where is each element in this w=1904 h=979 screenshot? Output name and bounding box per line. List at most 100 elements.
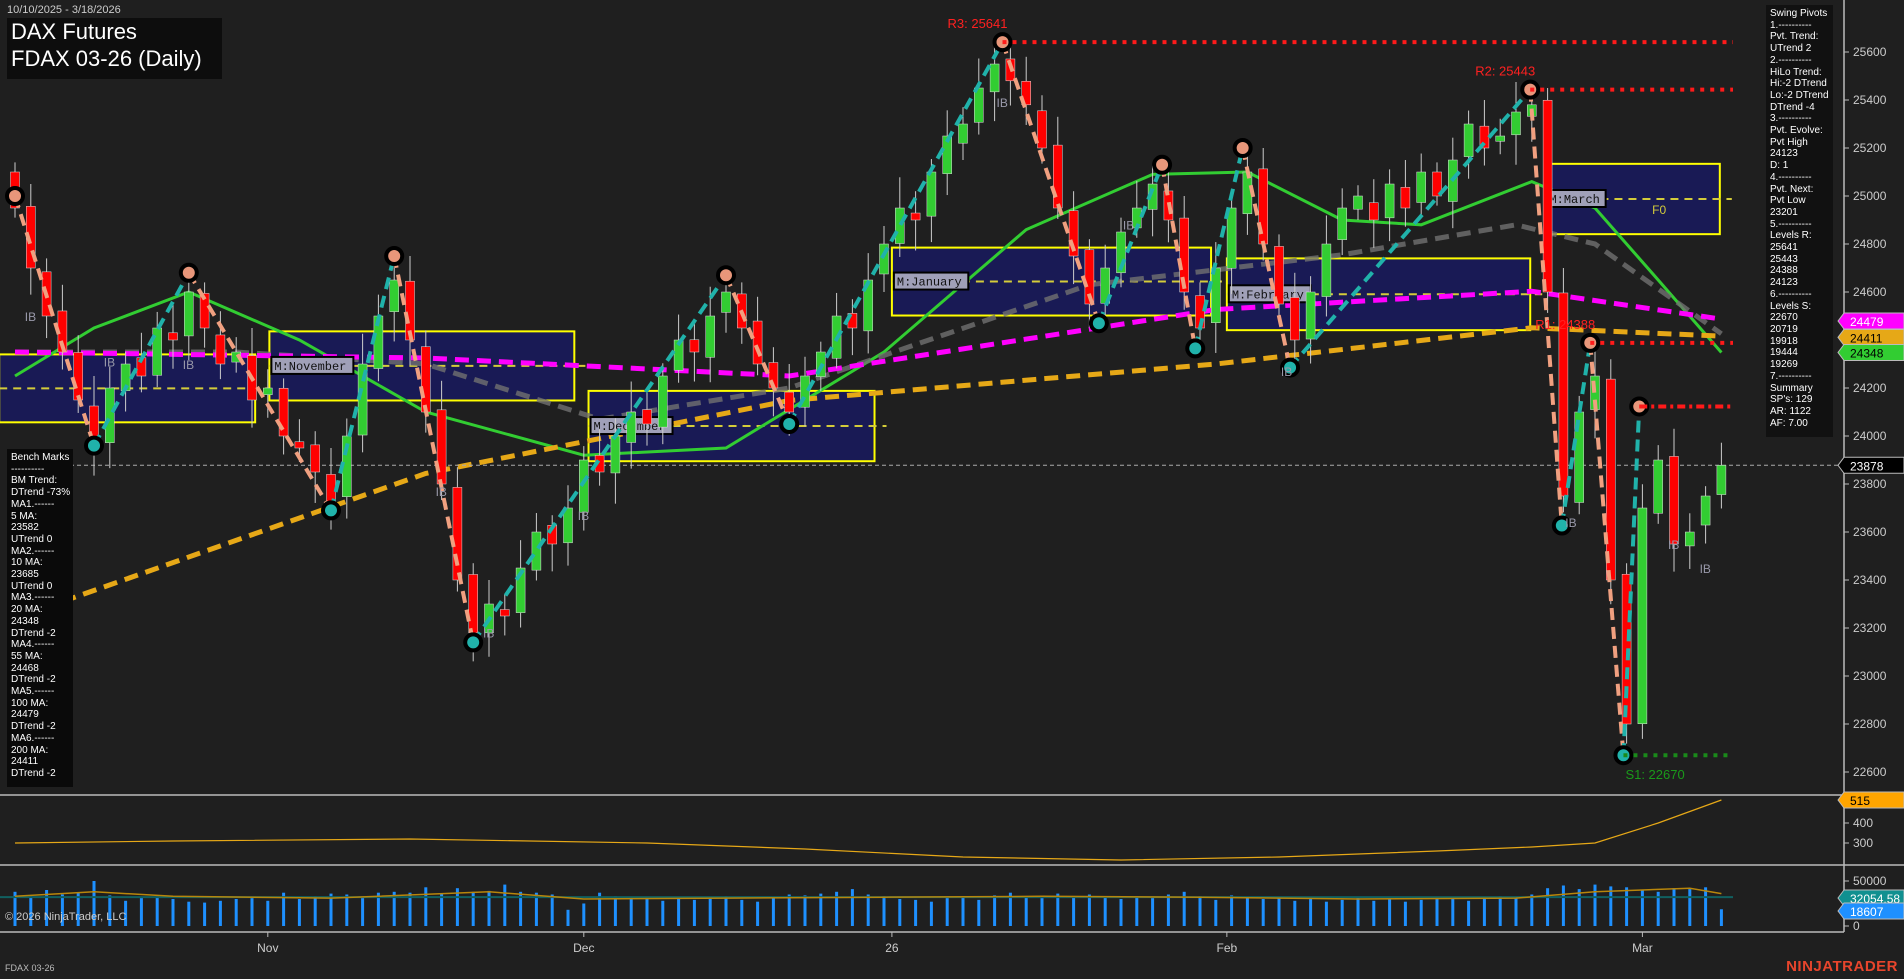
level-label: R1: 24388 — [1535, 317, 1595, 332]
ib-label: IB — [1565, 516, 1576, 530]
candle — [1669, 456, 1679, 545]
panel-line: 24348 — [11, 615, 39, 627]
panel-line: 19444 — [1770, 347, 1798, 359]
volume-bar — [550, 894, 554, 926]
panel-line: 55 MA: — [11, 650, 43, 662]
swing-leg — [787, 41, 1005, 425]
pivot-circle — [1088, 313, 1109, 334]
panel-line: Bench Marks — [11, 452, 70, 463]
candle — [910, 212, 921, 221]
panel-line: 7.---------- — [1770, 370, 1812, 382]
volume-bar — [1672, 888, 1676, 926]
panel-line: DTrend -2 — [11, 721, 56, 733]
panel-line: ---------- — [11, 463, 45, 475]
candle — [989, 63, 1000, 93]
panel-line: UTrend 0 — [11, 580, 53, 592]
candle — [1637, 507, 1648, 725]
candle — [1653, 459, 1663, 514]
ib-label: IB — [483, 627, 494, 641]
price-tick-label: 25400 — [1853, 93, 1887, 107]
volume-bar — [708, 899, 712, 926]
volume-bar — [1072, 896, 1076, 926]
ninjatrader-logo: NINJATRADER — [1786, 958, 1898, 975]
volume-bar — [139, 898, 143, 926]
volume-bar — [218, 900, 222, 926]
volume-bar — [345, 894, 349, 926]
candle — [500, 609, 510, 617]
volume-bar — [566, 909, 570, 926]
volume-bar — [1625, 887, 1629, 926]
price-tick-label: 25200 — [1853, 141, 1887, 155]
panel-line: 25641 — [1770, 242, 1798, 254]
panel-line: DTrend -2 — [11, 767, 56, 779]
panel-line: 24479 — [11, 709, 39, 721]
panel-line: DTrend -2 — [11, 674, 56, 686]
volume-bar — [819, 893, 823, 926]
volume-bar — [1482, 899, 1486, 926]
volume-last-tag: 18607 — [1850, 905, 1884, 919]
panel-line: 24123 — [1770, 277, 1798, 289]
candle — [642, 409, 652, 425]
panel-line: 24123 — [1770, 148, 1798, 160]
panel-line: MA1.------ — [11, 498, 55, 510]
pivot-circle — [321, 500, 341, 521]
volume-bar — [1388, 899, 1392, 926]
candle — [1353, 195, 1363, 210]
price-tick-label: 22600 — [1853, 765, 1887, 779]
oscillator-line — [14, 799, 1722, 861]
volume-bar — [440, 893, 444, 926]
osc-tick-label: 400 — [1853, 816, 1873, 830]
volume-bar — [898, 899, 902, 926]
oscillator-value-tag-bg — [1837, 791, 1904, 809]
volume-bar — [1640, 890, 1644, 926]
volume-bar — [756, 901, 760, 926]
price-tick-label: 25000 — [1853, 189, 1887, 203]
volume-bar — [1530, 894, 1534, 926]
candle — [926, 171, 937, 217]
price-tick-label: 23200 — [1853, 621, 1887, 635]
month-label: Feb — [1217, 941, 1238, 955]
volume-bar — [171, 899, 175, 926]
volume-bar — [1498, 896, 1502, 926]
instrument-name: DAX Futures — [11, 19, 137, 44]
candle — [168, 332, 178, 341]
chart-canvas[interactable]: M:NovemberM:DecemberM:JanuaryM:FebruaryM… — [0, 0, 1904, 979]
volume-bar — [1040, 898, 1044, 926]
price-tick-label: 24600 — [1853, 285, 1887, 299]
volume-bar — [1467, 900, 1471, 926]
candle — [721, 291, 731, 313]
panel-line: 23685 — [11, 569, 39, 581]
month-label: Mar — [1632, 941, 1653, 955]
candle — [1305, 291, 1316, 340]
ib-label: IB — [1123, 219, 1134, 233]
volume-bar — [945, 898, 949, 926]
volume-bar — [1561, 885, 1565, 926]
swing-pivot-marker — [463, 632, 484, 653]
volume-bar — [961, 896, 965, 926]
panel-line: 23582 — [11, 522, 39, 534]
candle — [1463, 123, 1474, 157]
candle — [452, 487, 463, 581]
volume-bar — [1688, 889, 1692, 926]
candle — [468, 574, 478, 634]
candle — [1400, 187, 1411, 209]
candle — [1685, 531, 1695, 547]
candle — [579, 459, 589, 513]
panel-line: Levels S: — [1770, 300, 1812, 312]
volume-bar — [1419, 899, 1423, 926]
panel-line: 3.---------- — [1770, 113, 1812, 125]
candle — [389, 279, 399, 312]
month-label: Nov — [257, 941, 278, 955]
panel-line: 23201 — [1770, 206, 1798, 218]
volume-bar — [677, 898, 681, 926]
panel-line: 200 MA: — [11, 744, 49, 756]
bench-marks-panel: Bench Marks ---------- BM Trend: DTrend -73… — [7, 449, 73, 787]
instrument-period: FDAX 03-26 (Daily) — [11, 46, 202, 71]
candle — [436, 409, 447, 485]
panel-line: UTrend 2 — [1770, 43, 1812, 55]
pivot-circle — [84, 435, 104, 456]
candle — [1511, 111, 1521, 136]
price-panel: M:NovemberM:DecemberM:JanuaryM:FebruaryM… — [0, 16, 1844, 782]
level-label: R3: 25641 — [948, 16, 1008, 31]
candle — [1716, 465, 1727, 495]
